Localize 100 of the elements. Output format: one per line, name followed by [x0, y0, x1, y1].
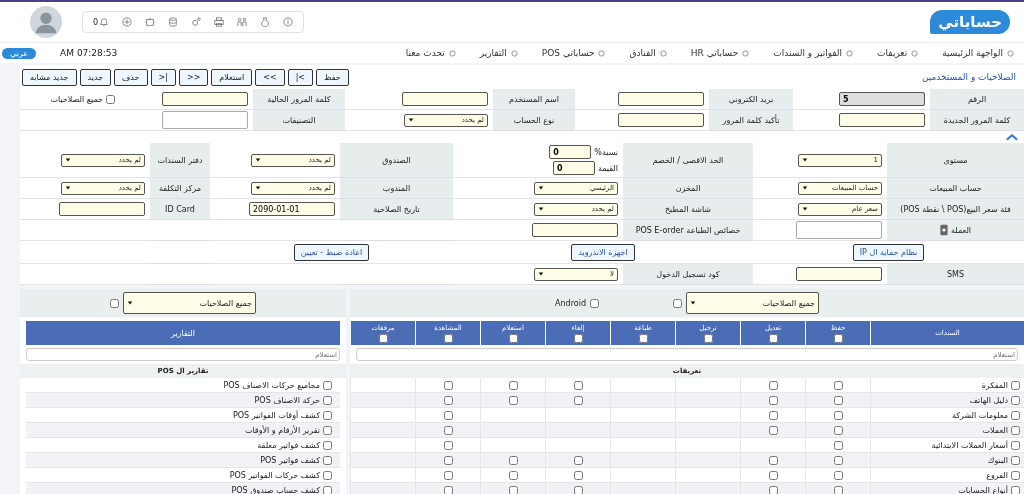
checkbox[interactable]	[110, 298, 119, 308]
nav-link[interactable]: الفنادق	[629, 48, 667, 58]
nav-link[interactable]: تحدث معنا	[405, 48, 456, 58]
checkbox[interactable]	[1011, 470, 1020, 480]
checkbox[interactable]	[443, 333, 453, 343]
checkbox[interactable]	[323, 470, 332, 480]
toolbar-button[interactable]: حفظ	[316, 68, 349, 86]
checkbox[interactable]	[443, 380, 453, 390]
checkbox[interactable]	[573, 380, 583, 390]
toolbar-button[interactable]: >>	[178, 68, 209, 86]
avatar[interactable]	[30, 6, 62, 38]
toolbar-button[interactable]: استعلام	[211, 68, 253, 86]
checkbox[interactable]	[768, 395, 778, 405]
toolbar-button[interactable]: <<	[255, 68, 285, 86]
input-field[interactable]	[618, 92, 704, 106]
checkbox[interactable]	[323, 395, 332, 405]
checkbox[interactable]	[508, 333, 518, 343]
checkbox[interactable]	[768, 425, 778, 435]
checkbox[interactable]	[1011, 410, 1020, 420]
nav-link[interactable]: تعريفات	[877, 48, 919, 58]
checkbox[interactable]	[833, 395, 843, 405]
checkbox[interactable]	[573, 485, 583, 494]
checkbox[interactable]	[768, 470, 778, 480]
checkbox[interactable]	[768, 333, 778, 343]
checkbox[interactable]	[589, 298, 599, 308]
toolbar-button[interactable]: حذف	[114, 68, 148, 86]
bag-icon[interactable]	[260, 17, 271, 27]
printer-icon[interactable]	[214, 17, 225, 27]
input-field[interactable]: 0	[552, 161, 595, 175]
checkbox[interactable]	[833, 410, 843, 420]
logo[interactable]: حساباتي	[930, 10, 1010, 34]
checkbox[interactable]	[1011, 455, 1020, 465]
checkbox[interactable]	[638, 333, 648, 343]
bell-icon[interactable]	[99, 17, 110, 27]
chevron-up-icon[interactable]	[1006, 133, 1018, 141]
checkbox[interactable]	[833, 485, 843, 494]
checkbox[interactable]	[833, 333, 843, 343]
input-field[interactable]	[839, 113, 925, 127]
checkbox[interactable]	[443, 440, 453, 450]
checkbox[interactable]	[768, 410, 778, 420]
input-field[interactable]: 0	[549, 145, 592, 159]
checkbox[interactable]	[768, 455, 778, 465]
checkbox[interactable]	[443, 485, 453, 494]
nav-link[interactable]: الواجهة الرئيسية	[942, 48, 1014, 58]
language-button[interactable]: عربي	[2, 47, 37, 59]
input-field[interactable]	[402, 92, 488, 106]
input-field[interactable]	[162, 92, 248, 106]
checkbox[interactable]	[672, 298, 682, 308]
input-field[interactable]: 2090-01-01	[249, 202, 335, 216]
toolbar-button[interactable]: >|	[150, 68, 176, 86]
checkbox[interactable]	[573, 333, 583, 343]
nav-link[interactable]: حساباتي HR	[690, 48, 750, 58]
dropdown[interactable]: جميع الصلاحيات	[685, 292, 819, 314]
checkbox[interactable]	[508, 380, 518, 390]
nav-link[interactable]: حساباتي POS	[541, 48, 606, 58]
plus-circle-icon[interactable]	[122, 17, 133, 27]
toolbar-button[interactable]: جديد	[79, 68, 112, 86]
checkbox[interactable]	[508, 395, 518, 405]
dropdown[interactable]: جميع الصلاحيات	[123, 292, 256, 314]
checkbox[interactable]	[323, 380, 332, 390]
input-field[interactable]	[618, 113, 704, 127]
checkbox[interactable]	[508, 485, 518, 494]
checkbox[interactable]	[833, 470, 843, 480]
checkbox[interactable]	[323, 410, 332, 420]
action-button[interactable]: نظام حماية ال IP	[852, 243, 925, 261]
nav-link[interactable]: التقارير	[479, 48, 518, 58]
checkbox[interactable]	[703, 333, 713, 343]
checkbox[interactable]	[106, 94, 115, 104]
checkbox[interactable]	[443, 395, 453, 405]
checkbox[interactable]	[443, 470, 453, 480]
checkbox[interactable]	[323, 440, 332, 450]
checkbox[interactable]	[1011, 380, 1020, 390]
checkbox[interactable]	[833, 440, 843, 450]
checkbox[interactable]	[508, 455, 518, 465]
checkbox[interactable]	[443, 410, 453, 420]
checkbox[interactable]	[573, 470, 583, 480]
checkbox[interactable]	[833, 380, 843, 390]
checkbox[interactable]	[443, 425, 453, 435]
database-icon[interactable]	[168, 17, 179, 27]
checkbox[interactable]	[768, 380, 778, 390]
input-field[interactable]	[162, 111, 248, 129]
action-button[interactable]: اعادة ضبط - تعيين	[293, 243, 370, 261]
checkbox[interactable]	[768, 485, 778, 494]
checkbox[interactable]	[1011, 425, 1020, 435]
checkbox[interactable]	[833, 455, 843, 465]
input-field[interactable]	[59, 202, 145, 216]
checkbox[interactable]	[1011, 395, 1020, 405]
action-button[interactable]: اجهزة الاندرويد	[571, 243, 635, 261]
checkbox[interactable]	[443, 455, 453, 465]
checkbox[interactable]	[378, 333, 388, 343]
toolbar-button[interactable]: جديد مشابه	[22, 68, 77, 86]
checkbox[interactable]	[508, 470, 518, 480]
checkbox[interactable]	[833, 425, 843, 435]
checkbox[interactable]	[573, 395, 583, 405]
checkbox[interactable]	[1011, 485, 1020, 494]
nav-link[interactable]: الفواتير و السندات	[773, 48, 854, 58]
input-field[interactable]	[532, 223, 618, 237]
input-field[interactable]: 5	[839, 92, 925, 106]
checkbox[interactable]	[323, 485, 332, 494]
input-field[interactable]	[796, 221, 882, 239]
